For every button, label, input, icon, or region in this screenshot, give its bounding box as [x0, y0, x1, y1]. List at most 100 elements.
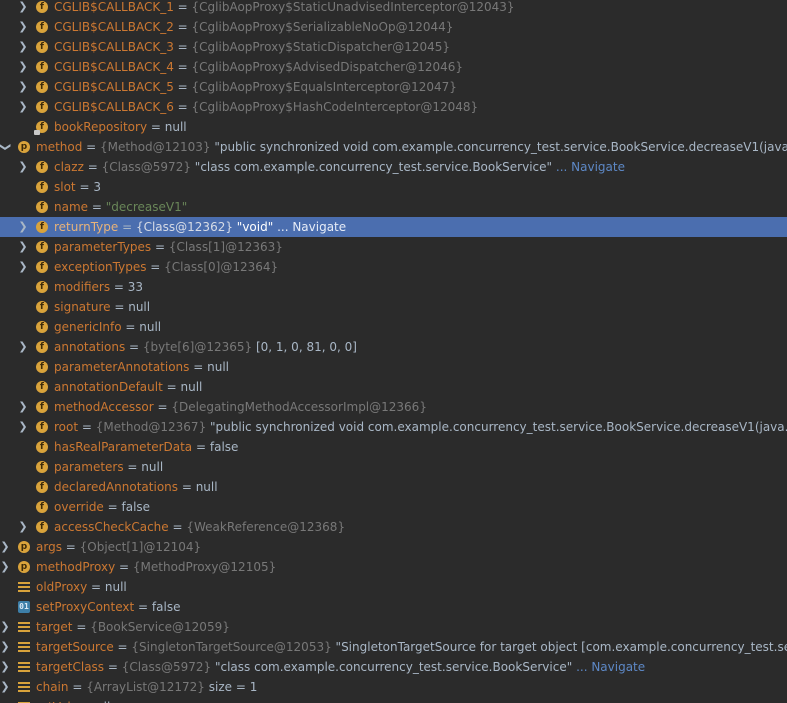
variable-type: {CglibAopProxy$StaticUnadvisedIntercepto…: [191, 0, 515, 14]
variable-row[interactable]: ❯ f root = {Method@12367} "public synchron…: [0, 417, 787, 437]
variable-row[interactable]: ❯ f CGLIB$CALLBACK_6 = {CglibAopProxy$Hash…: [0, 97, 787, 117]
variable-text: accessCheckCache = {WeakReference@12368}: [54, 520, 346, 534]
chevron-right-icon[interactable]: ❯: [0, 677, 10, 697]
variable-row[interactable]: ❯ f CGLIB$CALLBACK_3 = {CglibAopProxy$Stat…: [0, 37, 787, 57]
variable-row[interactable]: ❯ f CGLIB$CALLBACK_5 = {CglibAopProxy$Equa…: [0, 77, 787, 97]
variable-text: exceptionTypes = {Class[0]@12364}: [54, 260, 279, 274]
field-icon: f: [36, 101, 48, 113]
variable-row[interactable]: ❯ target = {BookService@12059}: [0, 617, 787, 637]
variable-row[interactable]: ❯ p methodProxy = {MethodProxy@12105}: [0, 557, 787, 577]
chevron-right-icon[interactable]: ❯: [0, 637, 10, 657]
variable-row[interactable]: f parameters = null: [0, 457, 787, 477]
chevron-right-icon[interactable]: ❯: [18, 257, 28, 277]
variable-row[interactable]: f override = false: [0, 497, 787, 517]
variable-name: chain: [36, 680, 69, 694]
variable-row[interactable]: f parameterAnnotations = null: [0, 357, 787, 377]
variable-value: false: [209, 440, 239, 454]
variable-text: hasRealParameterData = false: [54, 440, 239, 454]
boolean-variable-icon: 01: [18, 601, 30, 613]
variable-row[interactable]: retVal = null: [0, 697, 787, 703]
variable-row[interactable]: f name = "decreaseV1": [0, 197, 787, 217]
field-icon: f: [36, 321, 48, 333]
field-icon: f: [36, 181, 48, 193]
chevron-right-icon[interactable]: ❯: [18, 217, 28, 237]
variable-value: null: [207, 360, 229, 374]
variable-value: [0, 1, 0, 81, 0, 0]: [255, 340, 357, 354]
variable-row[interactable]: ❯ f CGLIB$CALLBACK_2 = {CglibAopProxy$Seri…: [0, 17, 787, 37]
field-icon: f: [36, 1, 48, 13]
variable-type: {Method@12103}: [100, 140, 211, 154]
parameter-icon: p: [18, 541, 30, 553]
chevron-right-icon[interactable]: ❯: [18, 517, 28, 537]
variable-name: target: [36, 620, 73, 634]
variable-row[interactable]: f modifiers = 33: [0, 277, 787, 297]
variable-row[interactable]: ❯ targetClass = {Class@5972} "class com.e…: [0, 657, 787, 677]
variable-name: setProxyContext: [36, 600, 135, 614]
variable-row[interactable]: ❯ f parameterTypes = {Class[1]@12363}: [0, 237, 787, 257]
chevron-right-icon[interactable]: ❯: [18, 337, 28, 357]
variable-row[interactable]: f declaredAnnotations = null: [0, 477, 787, 497]
variable-row[interactable]: ❯ f clazz = {Class@5972} "class com.exampl…: [0, 157, 787, 177]
chevron-right-icon[interactable]: ❯: [0, 557, 10, 577]
variable-row[interactable]: oldProxy = null: [0, 577, 787, 597]
chevron-right-icon[interactable]: ❯: [18, 57, 28, 77]
chevron-right-icon[interactable]: ❯: [18, 17, 28, 37]
variable-text: method = {Method@12103} "public synchron…: [36, 137, 787, 157]
variable-row[interactable]: ❯ f annotations = {byte[6]@12365} [0, 1, 0…: [0, 337, 787, 357]
variable-type: {CglibAopProxy$SerializableNoOp@12044}: [191, 20, 454, 34]
variable-value: "public synchronized void com.example.co…: [210, 420, 787, 434]
chevron-right-icon[interactable]: ❯: [0, 537, 10, 557]
variable-row[interactable]: ❯ f CGLIB$CALLBACK_4 = {CglibAopProxy$Advi…: [0, 57, 787, 77]
variable-value: null: [128, 300, 151, 314]
variable-name: targetClass: [36, 660, 105, 674]
variable-name: root: [54, 420, 79, 434]
variable-row[interactable]: f bookRepository = null: [0, 117, 787, 137]
variable-row[interactable]: ❯ targetSource = {SingletonTargetSource@1…: [0, 637, 787, 657]
chevron-right-icon[interactable]: ❯: [0, 617, 10, 637]
variable-type: {DelegatingMethodAccessorImpl@12366}: [171, 400, 427, 414]
chevron-right-icon[interactable]: ❯: [18, 0, 28, 17]
variable-row[interactable]: f signature = null: [0, 297, 787, 317]
variable-value: false: [151, 600, 181, 614]
variable-row[interactable]: ❯ f returnType = {Class@12362} "void" ... …: [0, 217, 787, 237]
variable-row[interactable]: ❯ f accessCheckCache = {WeakReference@1236…: [0, 517, 787, 537]
lock-icon: [34, 130, 40, 135]
variable-text: retVal = null: [36, 697, 110, 703]
variable-row[interactable]: f genericInfo = null: [0, 317, 787, 337]
variable-row[interactable]: f slot = 3: [0, 177, 787, 197]
chevron-right-icon[interactable]: ❯: [18, 37, 28, 57]
variable-value: 3: [93, 180, 101, 194]
variable-row[interactable]: f hasRealParameterData = false: [0, 437, 787, 457]
navigate-link[interactable]: ... Navigate: [576, 660, 645, 674]
variable-row[interactable]: ❯ f methodAccessor = {DelegatingMethodAcce…: [0, 397, 787, 417]
variable-text: slot = 3: [54, 180, 101, 194]
chevron-right-icon[interactable]: ❯: [18, 397, 28, 417]
chevron-right-icon[interactable]: ❯: [18, 237, 28, 257]
field-icon: f: [36, 281, 48, 293]
variable-text: clazz = {Class@5972} "class com.example.…: [54, 160, 625, 174]
variable-row[interactable]: f annotationDefault = null: [0, 377, 787, 397]
chevron-right-icon[interactable]: ❯: [18, 77, 28, 97]
variable-text: methodProxy = {MethodProxy@12105}: [36, 560, 277, 574]
variable-row[interactable]: ❯ p method = {Method@12103} "public synchr…: [0, 137, 787, 157]
chevron-down-icon[interactable]: ❯: [0, 142, 15, 152]
chevron-right-icon[interactable]: ❯: [18, 417, 28, 437]
variable-name: oldProxy: [36, 580, 88, 594]
variable-row[interactable]: ❯ chain = {ArrayList@12172} size = 1: [0, 677, 787, 697]
variable-row[interactable]: ❯ f CGLIB$CALLBACK_1 = {CglibAopProxy$Stat…: [0, 0, 787, 17]
variable-row[interactable]: ❯ p args = {Object[1]@12104}: [0, 537, 787, 557]
variable-type: {Class@12362}: [135, 220, 233, 234]
chevron-right-icon[interactable]: ❯: [18, 157, 28, 177]
field-icon: f: [36, 241, 48, 253]
navigate-link[interactable]: ... Navigate: [556, 160, 625, 174]
variable-row[interactable]: 01 setProxyContext = false: [0, 597, 787, 617]
navigate-link[interactable]: ... Navigate: [277, 220, 346, 234]
variable-name: args: [36, 540, 62, 554]
variable-row[interactable]: ❯ f exceptionTypes = {Class[0]@12364}: [0, 257, 787, 277]
chevron-right-icon[interactable]: ❯: [0, 657, 10, 677]
variable-value: "SingletonTargetSource for target object…: [335, 640, 787, 654]
variable-name: exceptionTypes: [54, 260, 147, 274]
field-icon: f: [36, 21, 48, 33]
chevron-right-icon[interactable]: ❯: [18, 97, 28, 117]
local-variable-icon: [18, 681, 30, 693]
